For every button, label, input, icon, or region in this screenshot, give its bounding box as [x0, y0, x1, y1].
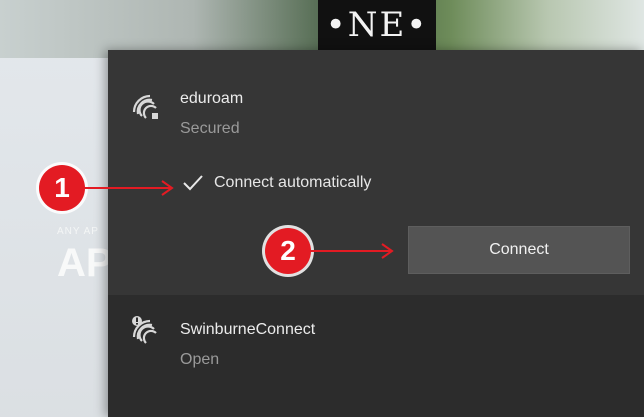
connect-automatically-label: Connect automatically: [214, 174, 372, 191]
network-status: Open: [180, 351, 220, 368]
connect-button[interactable]: Connect: [408, 226, 630, 274]
wifi-network-flyout: eduroam Secured Connect automatically Co…: [108, 50, 644, 417]
background-sign: •NE•: [318, 0, 436, 50]
network-name: SwinburneConnect: [180, 321, 316, 338]
network-name: eduroam: [180, 90, 244, 107]
network-status: Secured: [180, 120, 240, 137]
network-item-swinburneconnect[interactable]: SwinburneConnect Open: [108, 295, 644, 417]
wifi-open-warning-icon: [130, 315, 160, 345]
background-building-text-big: AP: [57, 241, 113, 285]
connect-automatically-checkbox[interactable]: Connect automatically: [182, 169, 371, 197]
callout-badge-1: 1: [39, 165, 85, 211]
callout-badge-2: 2: [265, 228, 311, 274]
callout-arrow-1: [82, 180, 174, 196]
wifi-signal-icon: [130, 92, 160, 122]
background-building-text-small: ANY AP: [57, 226, 99, 237]
checkmark-icon: [182, 174, 204, 192]
callout-arrow-2: [308, 243, 394, 259]
